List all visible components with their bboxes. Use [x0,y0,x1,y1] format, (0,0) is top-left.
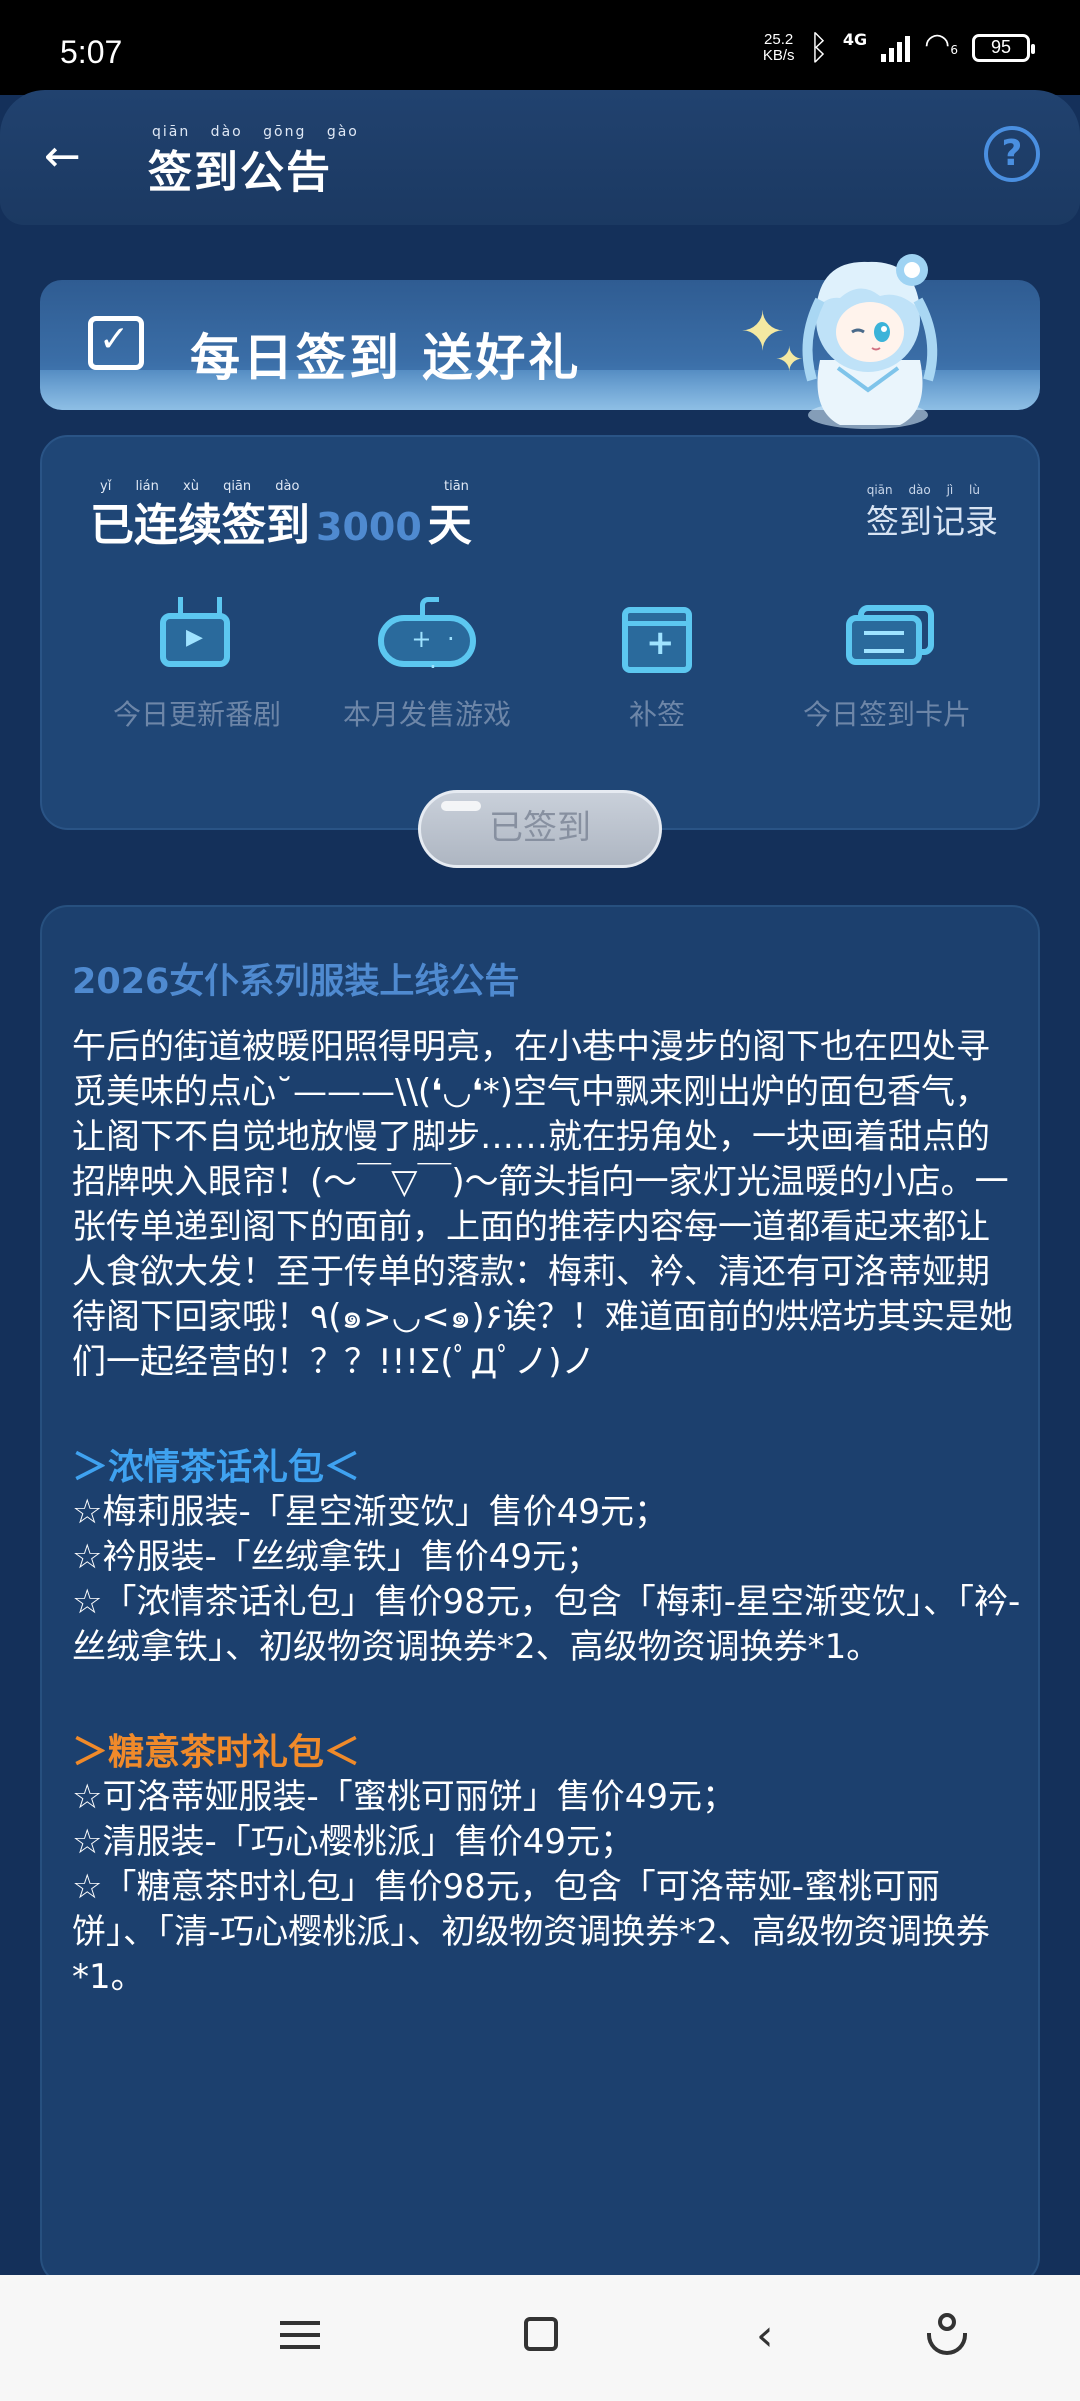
app-header: ← qiān dào gōng gào 签到公告 ? [0,90,1080,225]
system-nav-bar: ‹ [0,2275,1080,2401]
checkin-records-link[interactable]: 签到记录 [866,495,998,543]
pack1-line: ☆梅莉服装-「星空渐变饮」售价49元； [72,1492,669,1532]
wifi-icon: ◠6 [924,27,958,62]
bluetooth-icon: ᛒ [808,27,829,68]
announcement-panel: 2026女仆系列服装上线公告 午后的街道被暖阳照得明亮，在小巷中漫步的阁下也在四… [40,905,1040,2285]
feature-checkin-card[interactable]: 今日签到卡片 [772,597,1002,733]
signed-button[interactable]: 已签到 [418,790,662,868]
feature-monthly-games[interactable]: 本月发售游戏 [312,597,542,733]
network-type: 4G [842,30,868,49]
feature-row: 今日更新番剧 本月发售游戏 补签 今日签到卡片 [42,597,1042,733]
pack2-heading: ＞糖意茶时礼包＜ [72,1732,361,1773]
calendar-check-icon [88,316,144,370]
calendar-plus-icon [616,597,698,675]
pack2-line: ☆「糖意茶时礼包」售价98元，包含「可洛蒂娅-蜜桃可丽饼」、「清-巧心樱桃派」、… [72,1867,990,1997]
back-chevron-icon[interactable]: ‹ [756,2313,806,2363]
banner-text: 每日签到 送好礼 [190,329,582,387]
question-circle-icon[interactable]: ? [984,126,1040,182]
tv-icon [156,597,238,675]
net-speed: 25.2 KB/s [762,30,795,64]
mascot-character [802,254,938,429]
pack1-line: ☆「浓情茶话礼包」售价98元，包含「梅莉-星空渐变饮」、「衿-丝绒拿铁」、初级物… [72,1582,1021,1667]
menu-icon[interactable] [280,2313,330,2363]
assistant-icon[interactable] [922,2313,972,2363]
cards-icon [846,597,934,675]
pack2-line: ☆可洛蒂娅服装-「蜜桃可丽饼」售价49元； [72,1777,737,1817]
battery-icon: 95 [972,33,1035,62]
gamepad-icon [378,597,476,681]
pack1-line: ☆衿服装-「丝绒拿铁」售价49元； [72,1537,601,1577]
pack1-heading: ＞浓情茶话礼包＜ [72,1447,361,1488]
feature-makeup-checkin[interactable]: 补签 [542,597,772,733]
announcement-title: 2026女仆系列服装上线公告 [72,962,520,1002]
status-bar: 5:07 25.2 KB/s ᛒ 4G ◠6 95 [0,0,1080,95]
status-icons: 25.2 KB/s ᛒ 4G ◠6 95 [762,27,1035,68]
announcement-body: 午后的街道被暖阳照得明亮，在小巷中漫步的阁下也在四处寻觅美味的点心˘———\\(… [72,1025,1022,2000]
streak-text: 已连续签到 3000 天 [90,500,472,551]
home-square-icon[interactable] [520,2313,570,2363]
streak-count: 3000 [316,505,422,549]
announcement-intro: 午后的街道被暖阳照得明亮，在小巷中漫步的阁下也在四处寻觅美味的点心˘———\\(… [72,1027,1013,1382]
feature-anime-updates[interactable]: 今日更新番剧 [82,597,312,733]
pack2-line: ☆清服装-「巧心樱桃派」售价49元； [72,1822,635,1862]
checkin-card: yǐ lián xù qiān dào tiān 已连续签到 3000 天 qiān… [40,435,1040,830]
status-time: 5:07 [60,34,123,70]
signal-icon [881,34,911,62]
arrow-left-icon[interactable]: ← [44,134,90,180]
page-title: 签到公告 [148,147,332,198]
